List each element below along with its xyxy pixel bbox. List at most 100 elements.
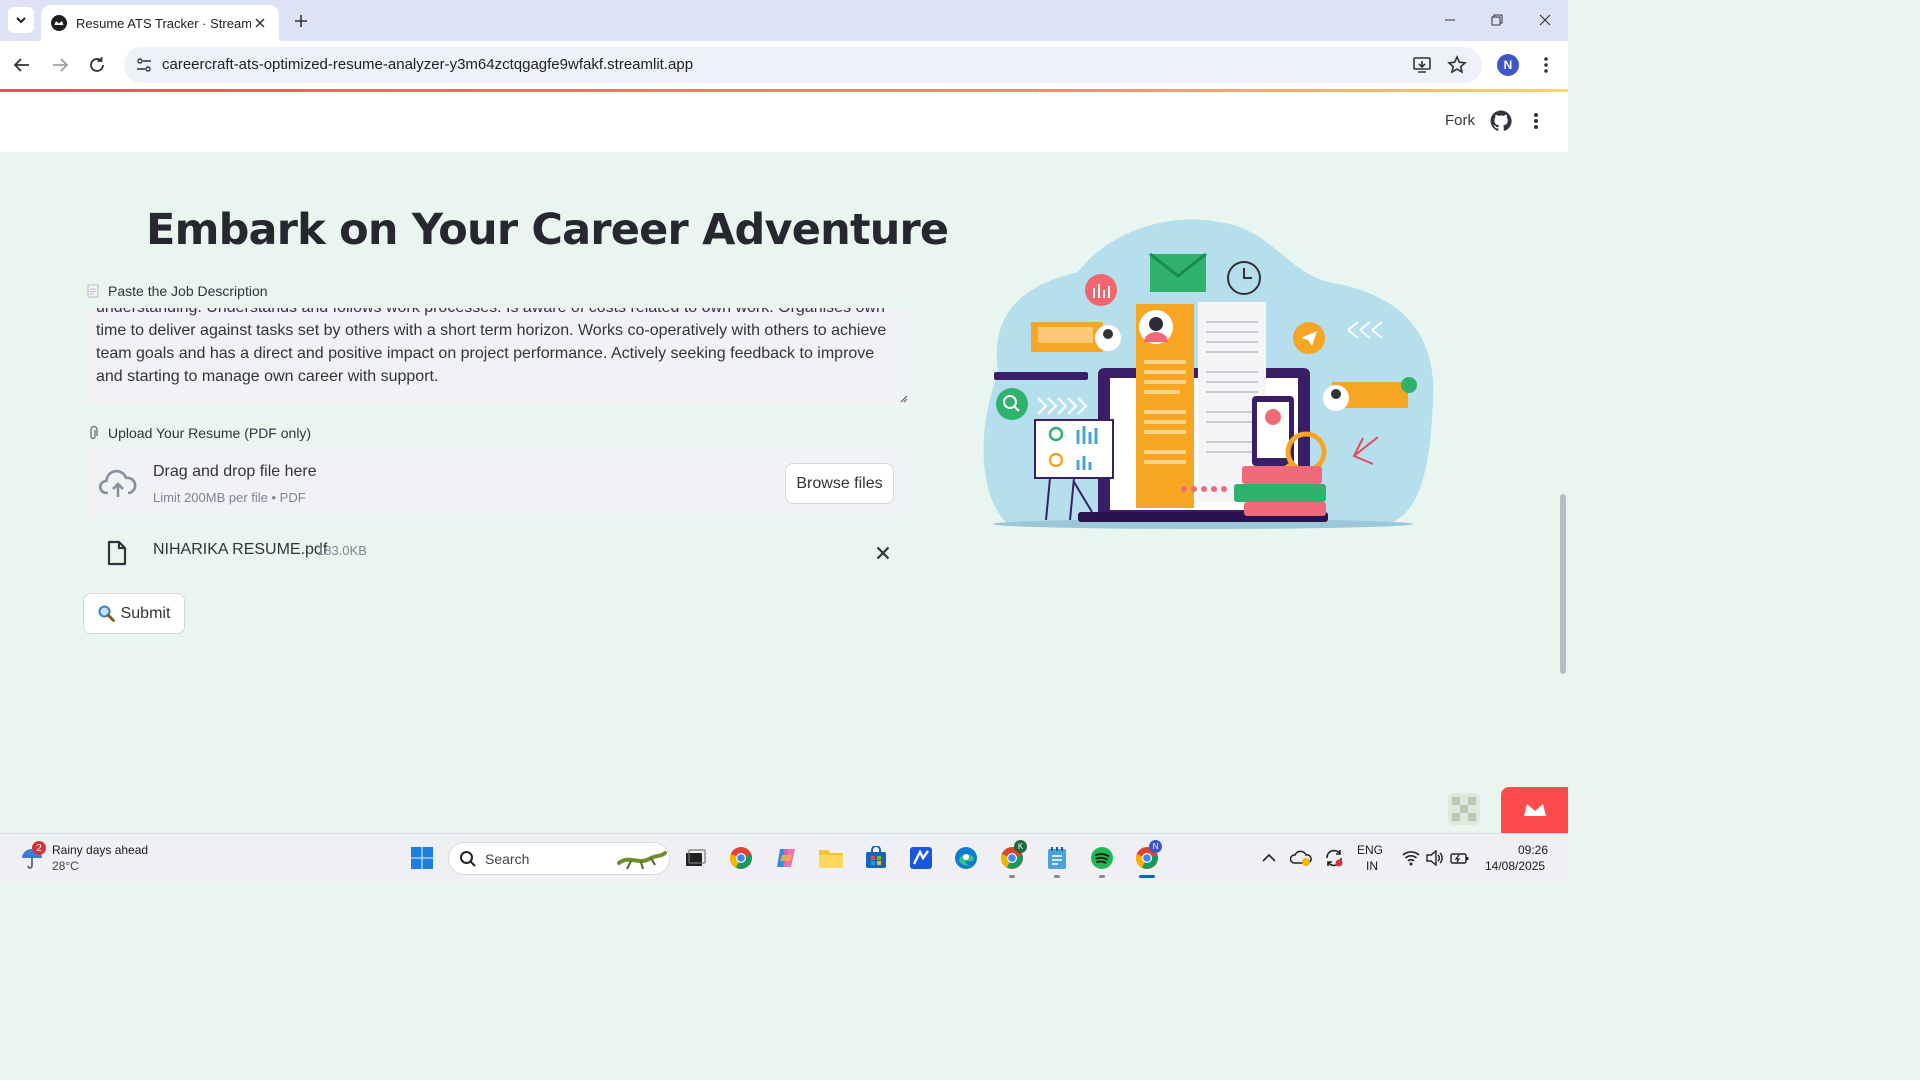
chrome-profile-k-taskbar-icon[interactable]: K (998, 840, 1027, 872)
new-tab-button[interactable] (290, 10, 312, 32)
running-indicator (1009, 875, 1015, 878)
language-region: IN (1366, 859, 1378, 873)
job-description-textarea[interactable]: understanding. Understands and follows w… (83, 308, 910, 405)
weather-temperature: 28°C (52, 859, 79, 873)
app-header: Fork (0, 92, 1568, 152)
streamlit-manage-app-button[interactable] (1501, 787, 1568, 833)
cloud-upload-icon (99, 469, 137, 497)
start-button[interactable] (408, 844, 436, 872)
page-scrollbar[interactable] (1560, 494, 1566, 674)
app-creator-avatar[interactable] (1448, 793, 1480, 825)
restore-window-button[interactable] (1482, 8, 1512, 32)
tab-search-button[interactable] (8, 7, 34, 33)
clock-time[interactable]: 09:26 (1518, 843, 1548, 857)
file-dropzone[interactable]: Drag and drop file here Limit 200MB per … (83, 449, 910, 519)
close-window-button[interactable] (1530, 8, 1560, 32)
chrome-profile-badge-n: N (1149, 840, 1162, 853)
resize-handle-icon[interactable] (900, 395, 908, 403)
pen-app-taskbar-icon[interactable] (907, 844, 935, 872)
arrow-left-icon (13, 58, 29, 72)
weather-title[interactable]: Rainy days ahead (52, 843, 148, 857)
browser-tab-active[interactable]: Resume ATS Tracker · Streamlit (41, 5, 279, 41)
active-app-indicator (1139, 875, 1155, 878)
job-description-label: Paste the Job Description (86, 283, 268, 299)
microsoft-store-taskbar-icon[interactable] (862, 844, 890, 872)
battery-charging-icon (1450, 853, 1469, 864)
copilot-icon (777, 849, 795, 867)
remove-file-button[interactable] (873, 543, 893, 563)
language-code[interactable]: ENG (1357, 843, 1383, 857)
submit-button-label: Submit (120, 604, 171, 622)
profile-avatar[interactable]: N (1497, 54, 1519, 76)
browser-toolbar: careercraft-ats-optimized-resume-analyze… (0, 41, 1568, 89)
taskbar-search-label: Search (485, 851, 530, 867)
job-description-text[interactable]: understanding. Understands and follows w… (96, 308, 896, 388)
windows-taskbar: 2 Rainy days ahead 28°C Search K N ENG I… (0, 833, 1568, 882)
clock-date[interactable]: 14/08/2025 (1485, 859, 1545, 873)
battery-tray-icon[interactable] (1446, 844, 1474, 872)
close-icon (1539, 14, 1551, 26)
uploaded-file-name: NIHARIKA RESUME.pdf (153, 541, 328, 558)
spotify-taskbar-icon[interactable] (1088, 844, 1116, 872)
restore-icon (1491, 14, 1503, 26)
forward-button[interactable] (48, 53, 72, 77)
more-vertical-icon (1544, 57, 1548, 73)
pen-app-icon (910, 847, 932, 869)
streamlit-crown-icon (1523, 804, 1546, 816)
github-icon[interactable] (1490, 110, 1512, 132)
browse-files-button[interactable]: Browse files (785, 463, 894, 504)
url-text[interactable]: careercraft-ats-optimized-resume-analyze… (162, 56, 693, 73)
plus-icon (295, 15, 307, 27)
more-vertical-icon (1534, 113, 1538, 129)
app-menu-button[interactable] (1526, 110, 1546, 132)
streamlit-favicon-icon (51, 15, 67, 31)
taskbar-search-box[interactable]: Search (448, 842, 670, 875)
running-indicator (1054, 875, 1060, 878)
tab-close-icon[interactable] (251, 14, 269, 32)
store-icon (866, 846, 886, 868)
close-icon (876, 546, 890, 560)
chevron-up-icon (1262, 853, 1276, 862)
fork-button[interactable]: Fork (1445, 112, 1475, 129)
minimize-window-button[interactable] (1435, 8, 1465, 32)
reload-button[interactable] (85, 53, 109, 77)
onedrive-tray-icon[interactable] (1287, 844, 1315, 872)
edge-icon (955, 847, 977, 869)
bookmark-star-icon[interactable] (1446, 54, 1468, 76)
sync-tray-icon[interactable] (1320, 844, 1348, 872)
chrome-taskbar-icon[interactable] (727, 844, 755, 872)
windows-logo-icon (411, 847, 433, 869)
browser-menu-button[interactable] (1535, 53, 1557, 77)
install-app-icon[interactable] (1411, 54, 1433, 76)
edge-taskbar-icon[interactable] (952, 844, 980, 872)
upload-label: Upload Your Resume (PDF only) (86, 425, 311, 441)
copilot-taskbar-icon[interactable] (772, 844, 800, 872)
volume-tray-icon[interactable] (1421, 844, 1449, 872)
spotify-icon (1091, 847, 1113, 869)
search-badge-icon (996, 388, 1028, 420)
task-view-icon (686, 849, 706, 866)
task-view-button[interactable] (681, 844, 709, 872)
chrome-icon (729, 847, 752, 869)
submit-button[interactable]: Submit (83, 593, 185, 634)
file-explorer-taskbar-icon[interactable] (817, 844, 845, 872)
job-description-label-text: Paste the Job Description (108, 283, 268, 299)
search-icon (460, 851, 476, 867)
site-info-icon[interactable] (134, 55, 154, 75)
chart-badge-icon (1085, 274, 1117, 306)
chrome-profile-n-taskbar-icon[interactable]: N (1133, 840, 1162, 872)
weather-badge: 2 (32, 841, 46, 855)
paperclip-icon (86, 425, 100, 441)
notepad-icon (1048, 847, 1066, 869)
show-hidden-icons-button[interactable] (1255, 844, 1283, 872)
back-button[interactable] (10, 53, 34, 77)
notepad-taskbar-icon[interactable] (1043, 844, 1071, 872)
cloud-warning-icon (1290, 850, 1312, 866)
document-icon (86, 283, 100, 299)
address-bar[interactable]: careercraft-ats-optimized-resume-analyze… (124, 47, 1482, 83)
chevron-down-icon (16, 17, 26, 24)
page-title: Embark on Your Career Adventure (146, 205, 949, 255)
arrow-right-icon (53, 58, 69, 72)
file-icon (107, 540, 127, 566)
career-illustration (983, 219, 1434, 529)
